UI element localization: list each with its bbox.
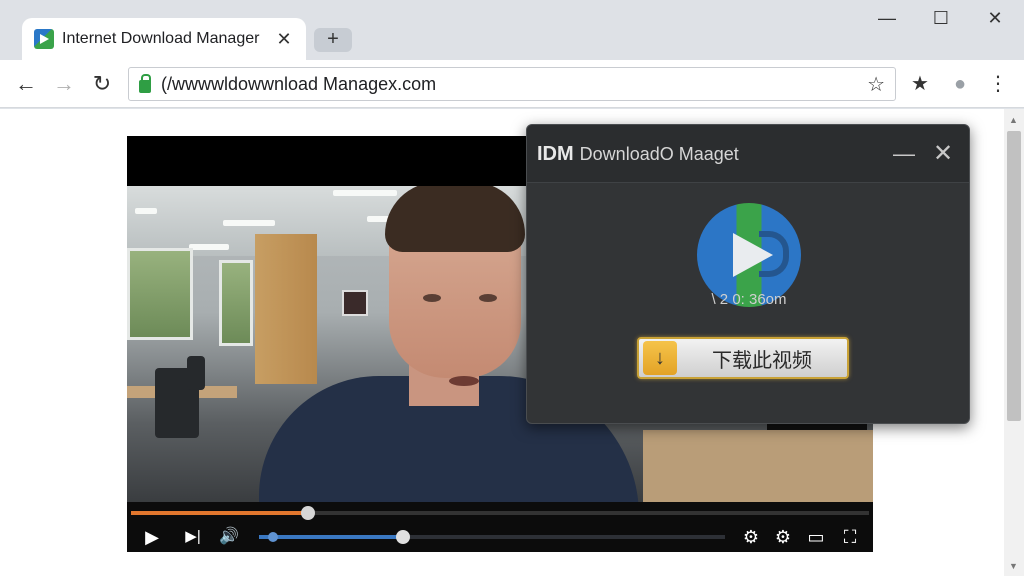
tab-title: Internet Download Manager <box>62 30 260 47</box>
page-scrollbar[interactable]: ▲ ▼ <box>1004 109 1024 576</box>
idm-panel-title: IDM DownloadO Maaget <box>537 143 739 166</box>
window-minimize-button[interactable]: — <box>872 6 902 30</box>
next-button[interactable]: ▶| <box>179 526 207 548</box>
play-button[interactable]: ▶ <box>141 526 163 548</box>
window-maximize-button[interactable]: ☐ <box>926 6 956 30</box>
volume-icon[interactable]: 🔊 <box>217 526 241 548</box>
bookmarks-icon[interactable]: ★ <box>906 72 934 96</box>
seek-bar[interactable] <box>131 506 869 520</box>
volume-fill <box>259 535 404 539</box>
menu-icon[interactable]: ⋮ <box>986 72 1010 96</box>
idm-favicon-icon <box>34 29 54 49</box>
seek-bar-fill <box>131 511 309 515</box>
presenter-eye <box>423 294 441 302</box>
ceiling-light <box>189 244 229 250</box>
presenter-hair <box>385 186 525 252</box>
idm-brand: IDM <box>537 143 574 165</box>
volume-knob[interactable] <box>396 530 411 544</box>
download-arrow-icon: ↓ <box>643 341 677 375</box>
browser-tab[interactable]: Internet Download Manager ✕ <box>22 18 306 60</box>
office-chair <box>187 356 205 390</box>
office-desk-right <box>643 430 873 502</box>
player-controls: ▶ ▶| 🔊 ⚙ ⚙ ▭ ⛶ <box>127 502 873 552</box>
scroll-up-icon[interactable]: ▲ <box>1009 115 1018 125</box>
fullscreen-icon[interactable]: ⛶ <box>837 526 863 548</box>
idm-minimize-button[interactable]: — <box>893 141 915 167</box>
profile-avatar-icon[interactable]: ● <box>946 72 974 96</box>
new-tab-button[interactable]: + <box>314 28 352 52</box>
browser-tab-strip: Internet Download Manager ✕ + — ☐ ✕ <box>0 0 1024 60</box>
office-window <box>219 260 253 346</box>
browser-toolbar: ← → ↻ (/wwwwldowwnload Managex.com ☆ ★ ●… <box>0 60 1024 108</box>
forward-button[interactable]: → <box>50 70 78 98</box>
scrollbar-thumb[interactable] <box>1007 131 1021 421</box>
idm-logo-play <box>733 233 773 277</box>
lock-icon <box>139 73 151 93</box>
idm-panel-header: IDM DownloadO Maaget — ✕ <box>527 125 969 183</box>
download-video-label: 下载此视频 <box>712 347 812 372</box>
idm-download-panel: IDM DownloadO Maaget — ✕ \ 2 0: 36om ↓ 下载… <box>526 124 970 424</box>
office-window <box>127 248 193 340</box>
url-text[interactable]: (/wwwwldowwnload Managex.com <box>161 74 867 95</box>
window-close-button[interactable]: ✕ <box>980 6 1010 30</box>
cast-icon[interactable]: ▭ <box>803 526 829 548</box>
ceiling-light <box>223 220 275 226</box>
settings-icon[interactable]: ⚙ <box>739 526 763 548</box>
download-video-button[interactable]: ↓ 下载此视频 <box>637 337 849 379</box>
idm-close-button[interactable]: ✕ <box>933 139 953 168</box>
quality-gear-icon[interactable]: ⚙ <box>771 526 795 548</box>
ceiling-light <box>333 190 397 196</box>
wall-picture <box>342 290 368 316</box>
seek-handle[interactable] <box>301 506 316 520</box>
volume-min-dot <box>267 532 278 542</box>
back-button[interactable]: ← <box>12 70 40 98</box>
wooden-door <box>255 234 317 384</box>
reload-button[interactable]: ↻ <box>88 70 116 98</box>
presenter-mouth <box>449 376 479 386</box>
volume-slider[interactable] <box>259 530 725 544</box>
tab-close-icon[interactable]: ✕ <box>274 29 294 50</box>
bookmark-star-icon[interactable]: ☆ <box>867 72 885 97</box>
idm-title-text: DownloadO Maaget <box>579 144 739 164</box>
presenter-eye <box>479 294 497 302</box>
ceiling-light <box>135 208 157 214</box>
video-info-text: \ 2 0: 36om <box>711 291 787 308</box>
address-bar[interactable]: (/wwwwldowwnload Managex.com ☆ <box>128 67 896 101</box>
scroll-down-icon[interactable]: ▼ <box>1009 561 1018 571</box>
